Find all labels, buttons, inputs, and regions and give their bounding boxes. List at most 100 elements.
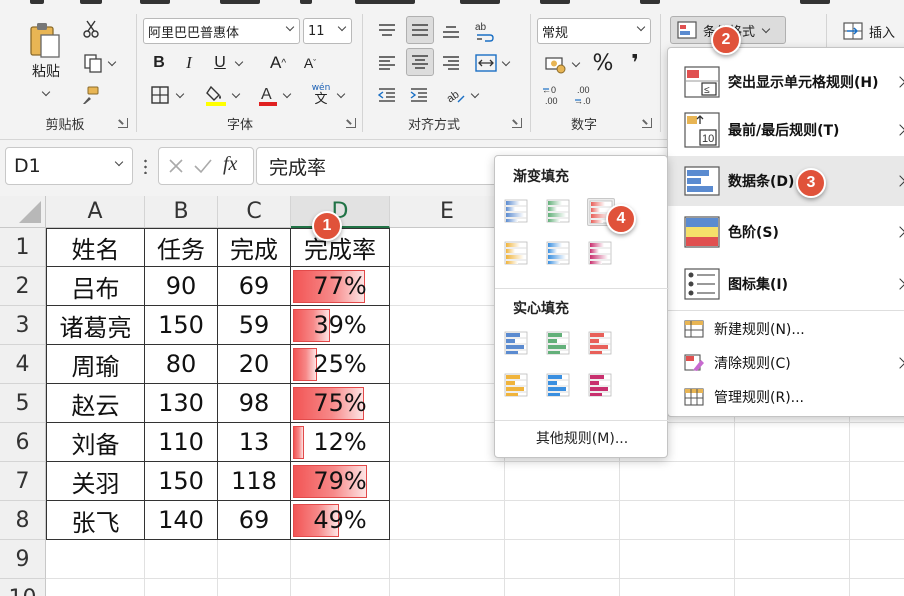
more-rules-link[interactable]: 其他规则(M)... [495,428,669,448]
copy-dropdown-icon[interactable] [107,57,117,66]
row-header-8[interactable]: 8 [0,501,46,540]
font-name-combo[interactable]: 阿里巴巴普惠体 [143,18,300,44]
table-cell[interactable]: 59 [218,306,291,345]
gradient-databar-option-6[interactable] [587,240,615,268]
table-cell[interactable]: 118 [218,462,291,501]
paste-button[interactable]: 粘贴 [18,18,74,98]
table-cell[interactable]: 69 [218,267,291,306]
increase-font-button[interactable]: A ^ [266,52,290,74]
font-color-button[interactable]: A [254,82,294,108]
table-cell[interactable]: 13 [218,423,291,462]
row-header-10[interactable]: 10 [0,579,46,596]
row-header-2[interactable]: 2 [0,267,46,306]
header-cell[interactable]: 完成率 [291,228,390,267]
solid-databar-option-2[interactable] [545,330,573,358]
menu-item-icon-sets[interactable]: 图标集(I) [668,258,904,310]
gradient-databar-option-4[interactable] [503,240,531,268]
underline-button[interactable]: U [208,52,248,74]
number-format-combo[interactable]: 常规 [537,18,651,44]
format-painter-button[interactable] [78,84,102,106]
bold-button[interactable]: B [148,52,170,74]
align-top-button[interactable] [376,18,398,44]
borders-button[interactable] [146,84,188,106]
clipboard-launcher-icon[interactable] [118,118,128,128]
column-header-b[interactable]: B [145,196,218,228]
rate-cell[interactable]: 39% [291,306,390,345]
paste-dropdown-icon[interactable] [41,87,51,97]
italic-button[interactable]: I [178,52,200,74]
row-header-5[interactable]: 5 [0,384,46,423]
solid-databar-option-1[interactable] [503,330,531,358]
menu-item-top-bottom-rules[interactable]: 10 最前/最后规则(T) [668,104,904,156]
table-cell[interactable]: 诸葛亮 [46,306,145,345]
gradient-databar-option-2[interactable] [545,198,573,226]
rate-cell[interactable]: 12% [291,423,390,462]
table-cell[interactable]: 刘备 [46,423,145,462]
table-cell[interactable]: 90 [145,267,218,306]
decrease-decimal-button[interactable]: .00 →.0 [572,82,598,108]
select-all-button[interactable] [0,196,46,228]
table-cell[interactable]: 150 [145,462,218,501]
name-box[interactable]: D1 [5,147,133,185]
gradient-databar-option-5[interactable] [545,240,573,268]
insert-function-icon[interactable]: fx [223,153,237,176]
align-center-button[interactable] [406,48,434,76]
menu-item-clear-rules[interactable]: 清除规则(C) [668,346,904,380]
table-cell[interactable]: 20 [218,345,291,384]
solid-databar-option-5[interactable] [545,372,573,400]
decrease-indent-button[interactable] [376,84,398,106]
table-cell[interactable]: 69 [218,501,291,540]
comma-style-button[interactable]: ❜ [624,50,646,76]
table-cell[interactable]: 赵云 [46,384,145,423]
font-launcher-icon[interactable] [346,118,356,128]
insert-cells-button[interactable]: 插入 [838,18,900,44]
header-cell[interactable]: 完成 [218,228,291,267]
table-cell[interactable]: 80 [145,345,218,384]
menu-item-manage-rules[interactable]: 管理规则(R)... [668,380,904,414]
column-header-c[interactable]: C [218,196,291,228]
phonetic-button[interactable]: wén 文 [306,82,350,108]
enter-icon[interactable] [193,157,213,175]
rate-cell[interactable]: 75% [291,384,390,423]
column-header-e[interactable]: E [390,196,505,228]
row-header-9[interactable]: 9 [0,540,46,579]
cancel-icon[interactable] [167,157,185,175]
menu-item-color-scales[interactable]: 色阶(S) [668,206,904,258]
table-cell[interactable]: 98 [218,384,291,423]
orientation-button[interactable]: ab [440,82,482,108]
rate-cell[interactable]: 79% [291,462,390,501]
chevron-down-icon[interactable] [114,157,124,167]
table-cell[interactable]: 关羽 [46,462,145,501]
table-cell[interactable]: 110 [145,423,218,462]
solid-databar-option-3[interactable] [587,330,615,358]
header-cell[interactable]: 任务 [145,228,218,267]
font-size-combo[interactable]: 11 [303,18,352,44]
row-header-7[interactable]: 7 [0,462,46,501]
number-launcher-icon[interactable] [642,118,652,128]
solid-databar-option-4[interactable] [503,372,531,400]
row-header-6[interactable]: 6 [0,423,46,462]
fill-color-button[interactable] [202,82,242,108]
copy-button[interactable] [78,52,120,74]
menu-item-new-rule[interactable]: 新建规则(N)... [668,312,904,346]
rate-cell[interactable]: 77% [291,267,390,306]
solid-databar-option-6[interactable] [587,372,615,400]
wrap-text-button[interactable]: ab [472,18,496,44]
table-cell[interactable]: 140 [145,501,218,540]
row-header-4[interactable]: 4 [0,345,46,384]
header-cell[interactable]: 姓名 [46,228,145,267]
cut-button[interactable] [80,18,102,40]
gradient-databar-option-1[interactable] [503,198,531,226]
decrease-font-button[interactable]: Aˇ [298,52,322,74]
table-cell[interactable]: 周瑜 [46,345,145,384]
column-header-a[interactable]: A [46,196,145,228]
merge-center-button[interactable] [470,50,514,76]
increase-indent-button[interactable] [408,84,430,106]
increase-decimal-button[interactable]: ←0.00 [540,82,566,108]
menu-item-highlight-rules[interactable]: ≤ 突出显示单元格规则(H) [668,56,904,108]
rate-cell[interactable]: 49% [291,501,390,540]
accounting-format-button[interactable] [540,52,584,76]
table-cell[interactable]: 吕布 [46,267,145,306]
align-bottom-button[interactable] [440,18,462,44]
row-header-3[interactable]: 3 [0,306,46,345]
